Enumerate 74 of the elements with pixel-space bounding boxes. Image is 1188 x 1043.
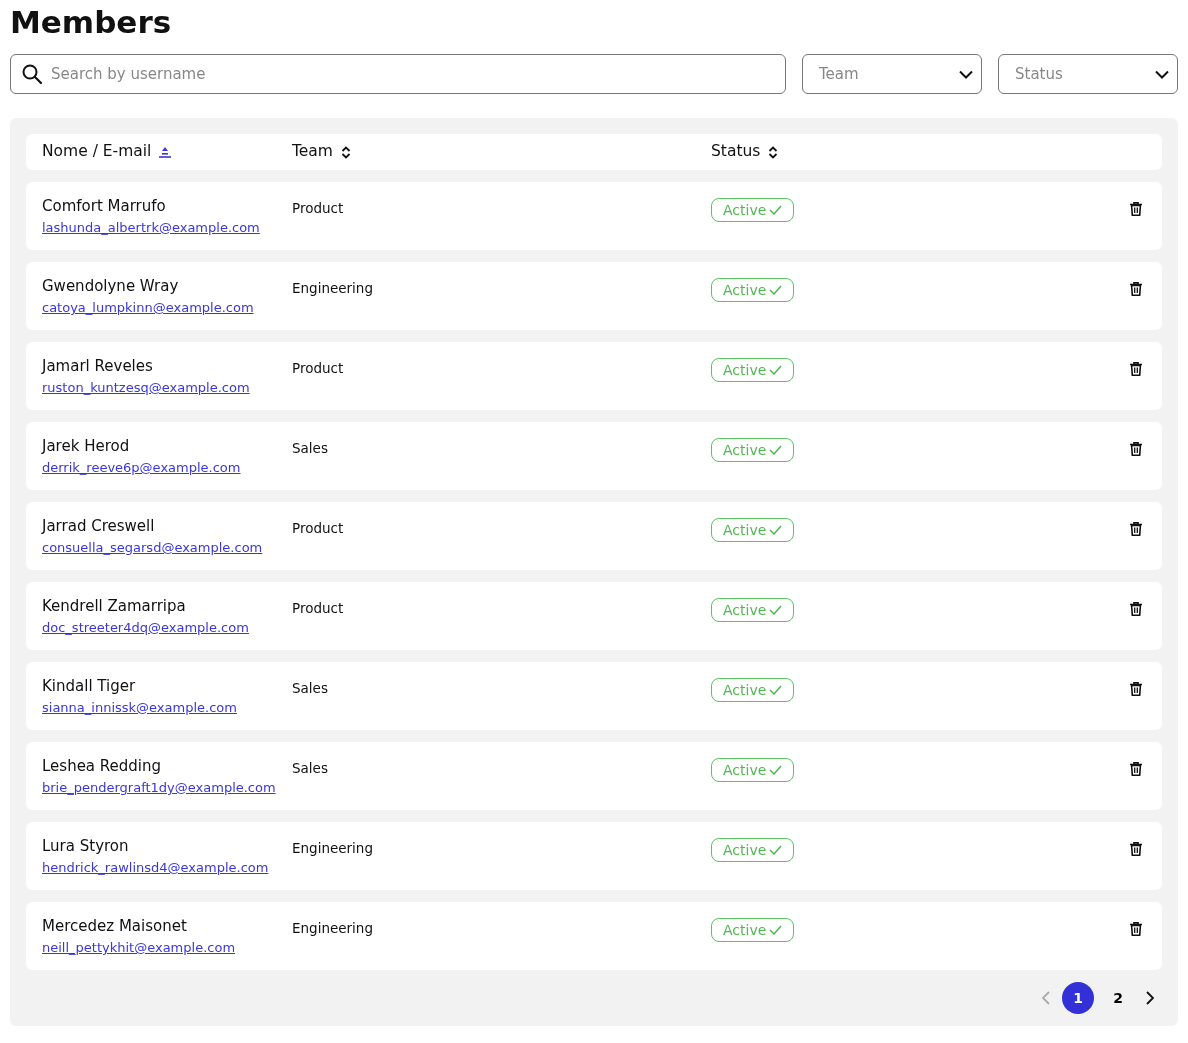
team-name: Product [292,520,344,536]
trash-icon [1130,362,1142,376]
chevron-left-icon [1042,991,1050,1005]
check-icon [769,445,783,455]
team-name: Product [292,600,344,616]
status-tag: Active [711,278,795,302]
check-icon [769,685,783,695]
status-tag: Active [711,198,795,222]
member-name: Kindall Tiger [42,677,137,696]
email-link[interactable]: lashunda_albertrk@example.com [42,220,260,235]
check-icon [769,285,783,295]
status-tag: Active [711,838,795,862]
member-name: Jarek Herod [42,437,131,456]
email-link[interactable]: consuella_segarsd@example.com [42,540,263,555]
trash-icon [1130,442,1142,456]
email-link[interactable]: doc_streeter4dq@example.com [42,620,249,635]
column-header[interactable]: Status [711,140,779,164]
page-title: Members [10,3,173,42]
email-link[interactable]: neill_pettykhit@example.com [42,940,236,955]
trash-icon [1130,282,1142,296]
team-name: Engineering [292,920,373,936]
check-icon [769,205,783,215]
trash-icon [1130,202,1142,216]
email-link[interactable]: catoya_lumpkinn@example.com [42,300,254,315]
member-name: Jamarl Reveles [42,357,154,376]
status-tag: Active [711,598,795,622]
trash-icon [1130,522,1142,536]
page-button[interactable]: 1 [1062,982,1094,1014]
search-field[interactable]: Search by username [10,54,786,94]
team-name: Product [292,360,344,376]
status-tag: Active [711,918,795,942]
email-link[interactable]: brie_pendergraft1dy@example.com [42,780,276,795]
team-name: Engineering [292,840,373,856]
email-link[interactable]: hendrick_rawlinsd4@example.com [42,860,269,875]
team-name: Sales [292,680,328,696]
chevron-right-icon [1146,991,1154,1005]
chevron-down-icon [1155,70,1169,79]
team-name: Engineering [292,280,373,296]
filter-dropdown[interactable]: Status [998,54,1178,94]
filter-dropdown[interactable]: Team [802,54,982,94]
check-icon [769,525,783,535]
team-name: Product [292,200,344,216]
column-header[interactable]: Team [292,140,351,164]
check-icon [769,925,783,935]
status-tag: Active [711,518,795,542]
trash-icon [1130,922,1142,936]
column-header[interactable]: Nome / E-mail [42,140,172,164]
member-name: Kendrell Zamarripa [42,597,187,616]
member-name: Mercedez Maisonet [42,917,188,936]
team-name: Sales [292,440,328,456]
status-tag: Active [711,358,795,382]
trash-icon [1130,762,1142,776]
member-name: Leshea Redding [42,757,163,776]
member-name: Jarrad Creswell [42,517,156,536]
chevron-down-icon [959,70,973,79]
member-name: Lura Styron [42,837,130,856]
email-link[interactable]: ruston_kuntzesq@example.com [42,380,250,395]
member-name: Comfort Marrufo [42,197,167,216]
member-name: Gwendolyne Wray [42,277,180,296]
search-icon [22,64,42,84]
check-icon [769,365,783,375]
trash-icon [1130,602,1142,616]
email-link[interactable]: derrik_reeve6p@example.com [42,460,241,475]
check-icon [769,765,783,775]
status-tag: Active [711,438,795,462]
team-name: Sales [292,760,328,776]
page-button[interactable]: 2 [1102,982,1134,1014]
email-link[interactable]: sianna_innissk@example.com [42,700,237,715]
trash-icon [1130,682,1142,696]
check-icon [769,845,783,855]
trash-icon [1130,842,1142,856]
check-icon [769,605,783,615]
status-tag: Active [711,758,795,782]
status-tag: Active [711,678,795,702]
